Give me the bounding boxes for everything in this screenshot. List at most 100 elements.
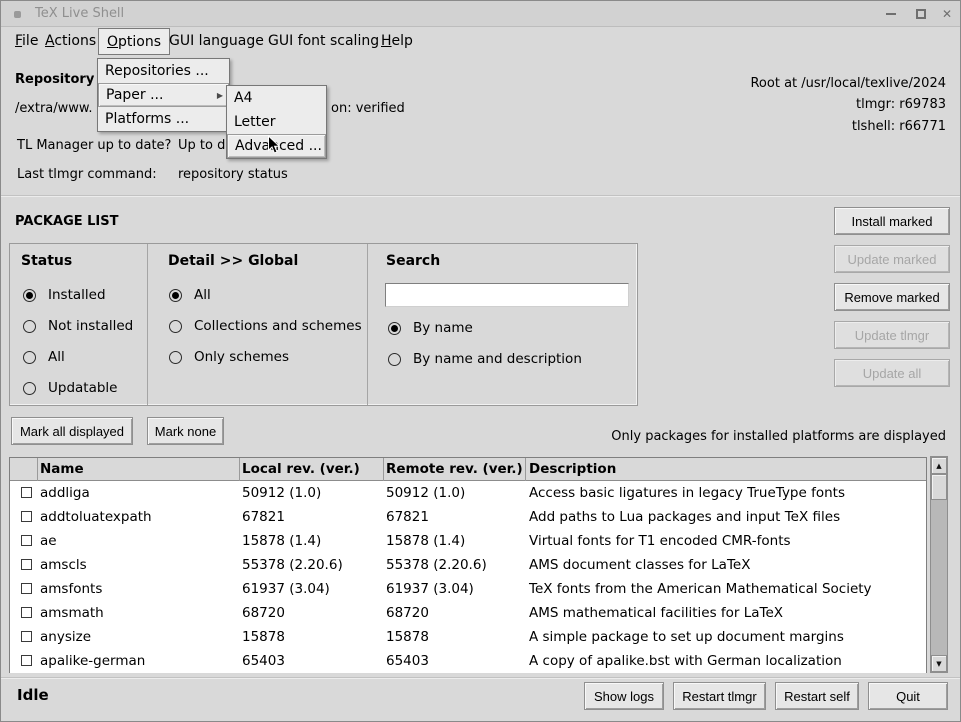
pkg-remote-rev: 65403 xyxy=(386,653,429,669)
radio-only-schemes[interactable]: Only schemes xyxy=(169,349,289,365)
menu-gui-font-scaling[interactable]: GUI font scaling xyxy=(260,28,387,55)
header-description[interactable]: Description xyxy=(529,461,616,477)
detail-section-label: Detail >> Global xyxy=(168,253,298,269)
menu-item-paper[interactable]: Paper ... ▶ xyxy=(98,83,229,107)
pkg-description: AMS document classes for LaTeX xyxy=(529,557,750,573)
row-checkbox[interactable] xyxy=(21,535,32,546)
row-checkbox[interactable] xyxy=(21,583,32,594)
scrollbar-thumb[interactable] xyxy=(931,474,947,500)
tlshell-revision: tlshell: r66771 xyxy=(852,119,946,134)
close-button[interactable]: ✕ xyxy=(936,1,958,27)
table-scrollbar[interactable]: ▲ ▼ xyxy=(930,456,948,673)
pkg-description: Access basic ligatures in legacy TrueTyp… xyxy=(529,485,845,501)
row-checkbox[interactable] xyxy=(21,607,32,618)
pkg-name: ae xyxy=(40,533,57,549)
table-row[interactable]: addtoluatexpath 67821 67821 Add paths to… xyxy=(10,505,926,529)
radio-icon xyxy=(23,382,36,395)
texlive-shell-window: TeX Live Shell ✕ File Actions Options GU… xyxy=(0,0,961,722)
table-row[interactable]: amsfonts 61937 (3.04) 61937 (3.04) TeX f… xyxy=(10,577,926,601)
update-marked-button[interactable]: Update marked xyxy=(834,245,950,273)
menu-item-platforms[interactable]: Platforms ... xyxy=(98,107,229,131)
row-checkbox[interactable] xyxy=(21,655,32,666)
status-text: Idle xyxy=(17,686,49,704)
radio-icon xyxy=(388,322,401,335)
show-logs-button[interactable]: Show logs xyxy=(584,682,664,710)
options-dropdown-menu: Repositories ... Paper ... ▶ Platforms .… xyxy=(97,58,230,132)
last-command-value: repository status xyxy=(178,167,288,182)
mark-all-displayed-button[interactable]: Mark all displayed xyxy=(11,417,133,445)
menu-help[interactable]: Help xyxy=(373,28,421,55)
radio-not-installed[interactable]: Not installed xyxy=(23,318,133,334)
quit-button[interactable]: Quit xyxy=(868,682,948,710)
menu-item-letter[interactable]: Letter xyxy=(227,110,326,134)
menu-item-repositories[interactable]: Repositories ... xyxy=(98,59,229,83)
mouse-cursor xyxy=(267,135,281,155)
app-icon xyxy=(14,11,21,18)
scroll-up-button[interactable]: ▲ xyxy=(931,457,947,474)
column-divider xyxy=(525,458,526,481)
table-row[interactable]: addliga 50912 (1.0) 50912 (1.0) Access b… xyxy=(10,481,926,505)
pkg-local-rev: 68720 xyxy=(242,605,285,621)
update-all-button[interactable]: Update all xyxy=(834,359,950,387)
menu-gui-language[interactable]: GUI language xyxy=(161,28,272,55)
package-list-heading: PACKAGE LIST xyxy=(15,214,119,229)
menu-options[interactable]: Options xyxy=(98,28,170,55)
pkg-description: A simple package to set up document marg… xyxy=(529,629,844,645)
minimize-button[interactable] xyxy=(880,1,902,27)
install-marked-button[interactable]: Install marked xyxy=(834,207,950,235)
pkg-description: AMS mathematical facilities for LaTeX xyxy=(529,605,783,621)
search-input[interactable] xyxy=(385,283,629,307)
pkg-local-rev: 15878 xyxy=(242,629,285,645)
update-tlmgr-button[interactable]: Update tlmgr xyxy=(834,321,950,349)
radio-icon xyxy=(169,320,182,333)
table-row[interactable]: ae 15878 (1.4) 15878 (1.4) Virtual fonts… xyxy=(10,529,926,553)
titlebar: TeX Live Shell ✕ xyxy=(1,1,960,27)
table-row[interactable]: amscls 55378 (2.20.6) 55378 (2.20.6) AMS… xyxy=(10,553,926,577)
row-checkbox[interactable] xyxy=(21,511,32,522)
pkg-remote-rev: 67821 xyxy=(386,509,429,525)
row-checkbox[interactable] xyxy=(21,631,32,642)
pkg-local-rev: 15878 (1.4) xyxy=(242,533,321,549)
table-row[interactable]: apalike-german 65403 65403 A copy of apa… xyxy=(10,649,926,673)
root-path: Root at /usr/local/texlive/2024 xyxy=(750,76,946,91)
table-row[interactable]: anysize 15878 15878 A simple package to … xyxy=(10,625,926,649)
header-remote-rev[interactable]: Remote rev. (ver.) xyxy=(386,461,523,477)
restart-self-button[interactable]: Restart self xyxy=(775,682,859,710)
radio-updatable[interactable]: Updatable xyxy=(23,380,117,396)
verification-status: on: verified xyxy=(331,101,405,116)
uptodate-label: TL Manager up to date? xyxy=(17,138,171,153)
pkg-description: TeX fonts from the American Mathematical… xyxy=(529,581,872,597)
radio-by-name-description[interactable]: By name and description xyxy=(388,351,582,367)
restart-tlmgr-button[interactable]: Restart tlmgr xyxy=(673,682,766,710)
radio-icon xyxy=(23,351,36,364)
pkg-name: amscls xyxy=(40,557,87,573)
pkg-local-rev: 65403 xyxy=(242,653,285,669)
scroll-up-icon: ▲ xyxy=(936,462,941,470)
column-divider xyxy=(37,458,38,481)
scroll-down-button[interactable]: ▼ xyxy=(931,655,947,672)
maximize-button[interactable] xyxy=(910,1,932,27)
header-local-rev[interactable]: Local rev. (ver.) xyxy=(242,461,360,477)
radio-collections-schemes[interactable]: Collections and schemes xyxy=(169,318,362,334)
pkg-remote-rev: 68720 xyxy=(386,605,429,621)
pkg-description: Add paths to Lua packages and input TeX … xyxy=(529,509,840,525)
header-name[interactable]: Name xyxy=(40,461,84,477)
panel-divider xyxy=(367,244,368,405)
row-checkbox[interactable] xyxy=(21,487,32,498)
radio-all-status[interactable]: All xyxy=(23,349,65,365)
package-table: Name Local rev. (ver.) Remote rev. (ver.… xyxy=(9,457,927,673)
mark-none-button[interactable]: Mark none xyxy=(147,417,224,445)
remove-marked-button[interactable]: Remove marked xyxy=(834,283,950,311)
radio-icon xyxy=(23,289,36,302)
table-row[interactable]: amsmath 68720 68720 AMS mathematical fac… xyxy=(10,601,926,625)
radio-detail-all[interactable]: All xyxy=(169,287,211,303)
radio-icon xyxy=(169,351,182,364)
radio-icon xyxy=(23,320,36,333)
radio-by-name[interactable]: By name xyxy=(388,320,473,336)
tlmgr-revision: tlmgr: r69783 xyxy=(856,97,946,112)
pkg-description: A copy of apalike.bst with German locali… xyxy=(529,653,842,669)
row-checkbox[interactable] xyxy=(21,559,32,570)
menu-actions[interactable]: Actions xyxy=(37,28,104,55)
menu-item-a4[interactable]: A4 xyxy=(227,86,326,110)
radio-installed[interactable]: Installed xyxy=(23,287,106,303)
